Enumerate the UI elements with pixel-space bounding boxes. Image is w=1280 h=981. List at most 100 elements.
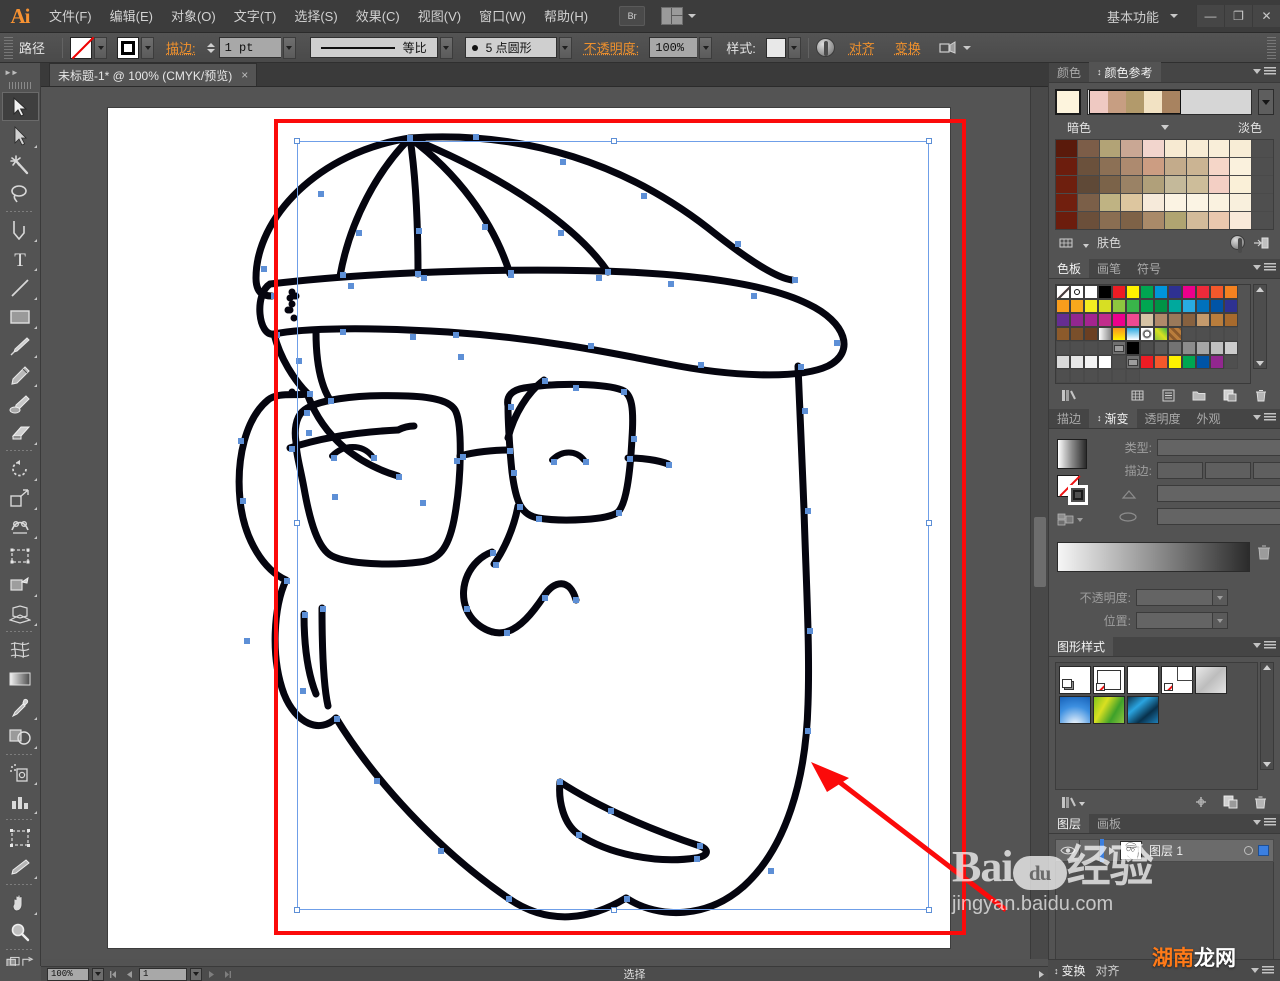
gradient-aspect-field[interactable] <box>1157 508 1280 525</box>
swatch-color[interactable] <box>1168 285 1182 299</box>
stroke-weight-label[interactable]: 描边: <box>166 38 196 57</box>
status-menu-icon[interactable] <box>1035 968 1048 981</box>
swatch-pattern2[interactable] <box>1154 327 1168 341</box>
tab-align-panel[interactable]: 对齐 <box>1096 962 1120 979</box>
swatch-color[interactable] <box>1098 285 1112 299</box>
color-guide-swatch[interactable] <box>1209 194 1230 211</box>
color-guide-swatch[interactable] <box>1078 176 1099 193</box>
color-guide-swatch[interactable] <box>1143 158 1164 175</box>
layer-lock-toggle[interactable] <box>1080 839 1100 862</box>
stroke-profile-chevron-down-icon[interactable] <box>440 37 453 59</box>
swatch-pattern1[interactable] <box>1140 327 1154 341</box>
arrange-documents-icon[interactable] <box>661 7 683 25</box>
layer-row[interactable]: 图层 1 <box>1055 839 1274 862</box>
canvas-area[interactable] <box>41 87 1048 959</box>
workspace-switcher[interactable]: 基本功能 <box>1101 7 1165 26</box>
swatch-color[interactable] <box>1084 355 1098 369</box>
color-guide-swatch[interactable] <box>1056 140 1077 157</box>
lasso-tool[interactable] <box>2 179 39 208</box>
swatch-color[interactable] <box>1056 327 1070 341</box>
swatch-color[interactable] <box>1084 285 1098 299</box>
artboard-number-field[interactable]: 1 <box>139 968 187 981</box>
color-guide-swatch[interactable] <box>1100 194 1121 211</box>
swatch-registration[interactable] <box>1070 285 1084 299</box>
swatch-color[interactable] <box>1210 313 1224 327</box>
close-button[interactable]: ✕ <box>1252 5 1280 27</box>
delete-graphic-style-trash-icon[interactable] <box>1253 795 1268 809</box>
swatch-color[interactable] <box>1210 299 1224 313</box>
color-guide-swatch[interactable] <box>1209 140 1230 157</box>
swatch-color[interactable] <box>1126 313 1140 327</box>
opacity-chevron-down-icon[interactable] <box>699 37 712 59</box>
color-guide-swatch[interactable] <box>1056 194 1077 211</box>
swatch-color[interactable] <box>1168 299 1182 313</box>
swatch-color[interactable] <box>1070 313 1084 327</box>
tab-layers[interactable]: 图层 <box>1049 813 1089 833</box>
stroke-chevron-down-icon[interactable] <box>141 37 154 59</box>
swatch-color[interactable] <box>1126 341 1140 355</box>
mesh-tool[interactable] <box>2 635 39 664</box>
save-color-group-icon[interactable] <box>1253 236 1270 250</box>
stroke-weight-control[interactable]: 1 pt <box>219 37 296 59</box>
graphic-style-thumbnail-icon[interactable] <box>766 38 786 58</box>
artwork-line-drawing[interactable] <box>108 108 950 948</box>
color-guide-swatch[interactable] <box>1100 212 1121 229</box>
swatch-group-folder[interactable] <box>1126 355 1140 369</box>
swatch-color[interactable] <box>1084 327 1098 341</box>
canvas-vertical-scrollbar[interactable] <box>1030 87 1048 959</box>
color-guide-swatch[interactable] <box>1209 158 1230 175</box>
color-guide-swatch[interactable] <box>1143 212 1164 229</box>
harmony-rules-preview[interactable] <box>1087 89 1252 115</box>
graphic-style-split-white[interactable] <box>1161 666 1193 694</box>
color-guide-swatch[interactable] <box>1078 140 1099 157</box>
status-text[interactable]: 选择 <box>624 966 646 981</box>
isolate-chevron-down-icon[interactable] <box>963 46 971 50</box>
control-bar-menu-icon[interactable] <box>1267 37 1276 59</box>
swatch-color[interactable] <box>1098 299 1112 313</box>
swatch-color[interactable] <box>1098 313 1112 327</box>
zoom-level-field[interactable]: 100% <box>47 968 89 981</box>
slice-tool[interactable] <box>2 852 39 881</box>
harmony-chevron-down-icon[interactable] <box>1258 89 1274 115</box>
minimize-button[interactable]: — <box>1196 5 1224 27</box>
swatch-color[interactable] <box>1070 327 1084 341</box>
swatch-color[interactable] <box>1224 313 1238 327</box>
swatch-libraries-icon[interactable] <box>1061 389 1077 402</box>
menu-file[interactable]: 文件(F) <box>40 0 101 33</box>
delete-swatch-trash-icon[interactable] <box>1254 389 1268 402</box>
break-link-to-style-icon[interactable] <box>1193 795 1209 809</box>
align-button[interactable]: 对齐 <box>849 38 875 57</box>
tools-panel-grip[interactable] <box>9 82 31 89</box>
color-guide-swatch[interactable] <box>1165 140 1186 157</box>
color-guide-swatch[interactable] <box>1165 194 1186 211</box>
graphic-styles-grid[interactable] <box>1059 666 1254 724</box>
menu-effect[interactable]: 效果(C) <box>347 0 409 33</box>
swatch-color[interactable] <box>1224 285 1238 299</box>
perspective-grid-tool[interactable] <box>2 599 39 628</box>
swatch-color[interactable] <box>1056 299 1070 313</box>
tab-stroke[interactable]: 描边 <box>1049 408 1089 428</box>
gradient-angle-field[interactable] <box>1157 485 1280 502</box>
graphic-styles-scrollbar[interactable] <box>1260 662 1274 770</box>
zoom-chevron-down-icon[interactable] <box>92 968 104 981</box>
base-color-swatch[interactable] <box>1055 89 1081 115</box>
harmony-swatch[interactable] <box>1162 91 1180 113</box>
color-guide-swatch[interactable] <box>1230 176 1251 193</box>
eyedropper-tool[interactable] <box>2 693 39 722</box>
color-guide-swatch[interactable] <box>1121 194 1142 211</box>
isolate-selected-icon[interactable] <box>939 41 957 55</box>
double-chevron-icon[interactable]: ►► <box>4 68 18 77</box>
opacity-control[interactable]: 100% <box>649 37 712 59</box>
delete-gradient-stop-trash-icon[interactable] <box>1256 544 1272 560</box>
close-icon[interactable]: × <box>241 68 248 82</box>
color-guide-swatch[interactable] <box>1187 194 1208 211</box>
tools-panel-collapse[interactable]: ►► <box>0 63 40 81</box>
harmony-swatch[interactable] <box>1108 91 1126 113</box>
swatch-color[interactable] <box>1210 285 1224 299</box>
direct-selection-tool[interactable] <box>2 121 39 150</box>
tab-appearance[interactable]: 外观 <box>1189 408 1229 428</box>
swatch-color[interactable] <box>1182 341 1196 355</box>
swatch-color[interactable] <box>1168 355 1182 369</box>
brush-definition-control[interactable]: 5 点圆形 <box>465 37 572 59</box>
swatches-scrollbar[interactable] <box>1253 284 1267 369</box>
